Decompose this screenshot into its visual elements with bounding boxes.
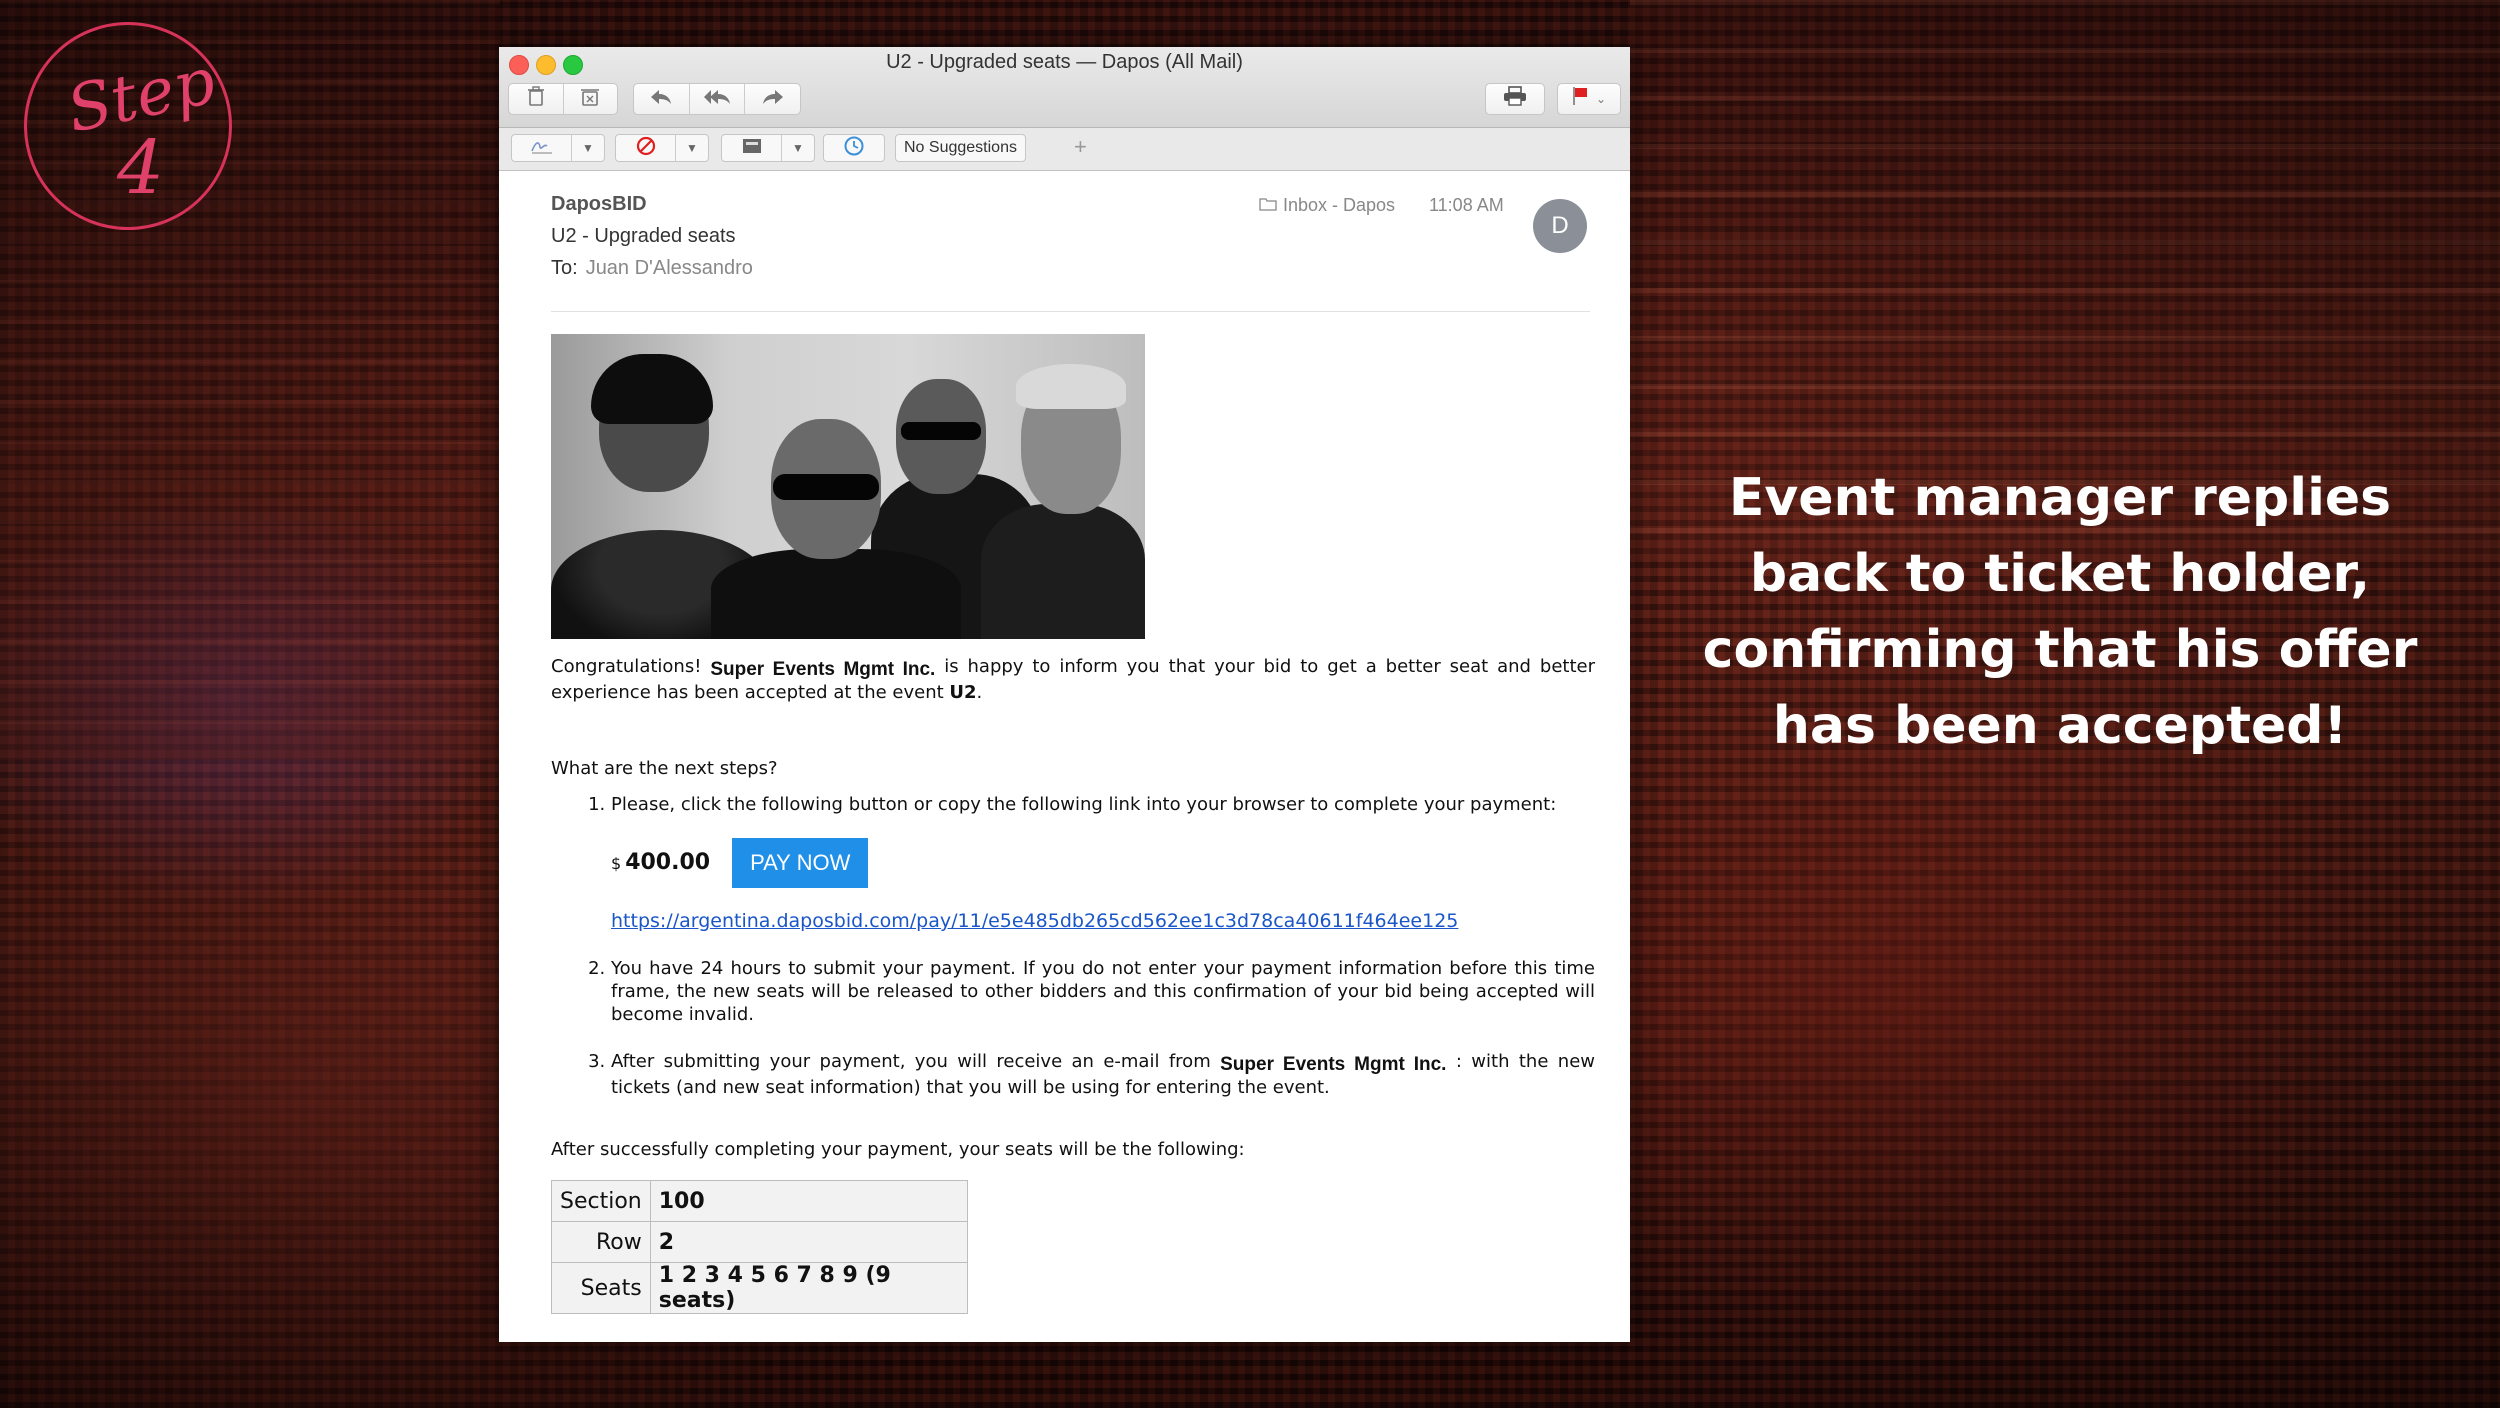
- seats-value: 100: [649, 1180, 968, 1222]
- reply-icon[interactable]: [634, 88, 689, 111]
- event-name: U2: [949, 682, 977, 703]
- reply-group: [633, 83, 801, 115]
- block-button[interactable]: ▼: [615, 134, 709, 162]
- print-button[interactable]: [1485, 83, 1545, 115]
- seats-table: Section 100 Row 2 Seats 1 2 3 4 5 6 7 8 …: [551, 1180, 968, 1314]
- to-label: To:: [551, 257, 578, 279]
- forward-icon[interactable]: [745, 88, 800, 111]
- message-time: 11:08 AM: [1429, 195, 1504, 215]
- step-2: You have 24 hours to submit your payment…: [611, 957, 1595, 1026]
- table-row: Seats 1 2 3 4 5 6 7 8 9 (9 seats): [551, 1262, 968, 1314]
- header-divider: [551, 311, 1590, 312]
- currency-symbol: $: [611, 854, 622, 873]
- archive-icon: [722, 137, 781, 160]
- add-toolbar-item-button[interactable]: +: [1074, 134, 1087, 160]
- steps-list: Please, click the following button or co…: [551, 793, 1595, 1099]
- chevron-down-icon: ▼: [582, 141, 594, 155]
- step-number: 4: [117, 125, 165, 211]
- avatar: D: [1533, 199, 1587, 253]
- seats-value: 1 2 3 4 5 6 7 8 9 (9 seats): [649, 1262, 968, 1314]
- seats-value: 2: [649, 1221, 968, 1263]
- flag-icon: [1572, 86, 1588, 112]
- message-header: DaposBID U2 - Upgraded seats To: Juan D'A…: [499, 171, 1630, 312]
- signature-button[interactable]: ▼: [511, 134, 605, 162]
- reminder-icon: [843, 135, 865, 162]
- step-3-prefix: After submitting your payment, you will …: [611, 1051, 1211, 1072]
- slide-caption: Event manager replies back to ticket hol…: [1702, 468, 2418, 756]
- seats-label: Section: [551, 1180, 651, 1222]
- block-icon: [616, 136, 675, 161]
- print-icon: [1503, 86, 1527, 112]
- junk-icon[interactable]: [564, 86, 618, 112]
- seats-intro: After successfully completing your payme…: [551, 1139, 1245, 1160]
- seats-label: Seats: [551, 1262, 651, 1314]
- table-row: Section 100: [551, 1180, 968, 1222]
- format-bar: ▼ ▼ ▼ No Suggestions +: [499, 128, 1630, 171]
- congrats-suffix: is happy to inform you that your bid to …: [551, 656, 1595, 703]
- congrats-prefix: Congratulations!: [551, 656, 702, 677]
- title-bar: U2 - Upgraded seats — Dapos (All Mail) ⌄: [499, 47, 1630, 128]
- mail-window: U2 - Upgraded seats — Dapos (All Mail) ⌄…: [499, 47, 1630, 1342]
- signature-icon: [512, 137, 571, 160]
- window-title: U2 - Upgraded seats — Dapos (All Mail): [886, 51, 1243, 73]
- message-body: Congratulations! Super Events Mgmt Inc. …: [551, 334, 1595, 1314]
- step-badge: Step 4: [24, 22, 232, 230]
- company-name: Super Events Mgmt Inc.: [710, 659, 936, 680]
- payment-amount: $400.00: [611, 851, 710, 875]
- reply-all-icon[interactable]: [690, 88, 745, 111]
- congrats-paragraph: Congratulations! Super Events Mgmt Inc. …: [551, 656, 1595, 703]
- step-3: After submitting your payment, you will …: [611, 1050, 1595, 1099]
- payment-row: $400.00 PAY NOW: [611, 838, 1595, 888]
- company-name: Super Events Mgmt Inc.: [1220, 1054, 1447, 1075]
- sender-name: DaposBID: [551, 193, 647, 215]
- mailbox-label[interactable]: Inbox - Dapos: [1259, 195, 1395, 216]
- mailbox-name: Inbox - Dapos: [1283, 195, 1396, 215]
- pay-now-button[interactable]: PAY NOW: [732, 838, 869, 888]
- no-suggestions-button[interactable]: No Suggestions: [895, 134, 1026, 162]
- reminder-button[interactable]: [823, 134, 885, 162]
- trash-icon[interactable]: [509, 86, 563, 112]
- seats-label: Row: [551, 1221, 651, 1263]
- payment-link[interactable]: https://argentina.daposbid.com/pay/11/e5…: [611, 910, 1595, 933]
- next-steps-question: What are the next steps?: [551, 758, 778, 779]
- folder-icon: [1259, 195, 1277, 216]
- band-photo: [551, 334, 1145, 639]
- step-1: Please, click the following button or co…: [611, 793, 1595, 933]
- table-row: Row 2: [551, 1221, 968, 1263]
- message-subject: U2 - Upgraded seats: [551, 225, 736, 247]
- chevron-down-icon: ▼: [792, 141, 804, 155]
- chevron-down-icon: ⌄: [1595, 92, 1607, 106]
- chevron-down-icon: ▼: [686, 141, 698, 155]
- recipient-line: To: Juan D'Alessandro: [551, 257, 753, 280]
- recipient-name[interactable]: Juan D'Alessandro: [586, 257, 753, 279]
- flag-button[interactable]: ⌄: [1557, 83, 1621, 115]
- archive-button[interactable]: ▼: [721, 134, 815, 162]
- step-1-text: Please, click the following button or co…: [611, 794, 1557, 815]
- delete-junk-group: [508, 83, 618, 115]
- amount-value: 400.00: [625, 850, 711, 875]
